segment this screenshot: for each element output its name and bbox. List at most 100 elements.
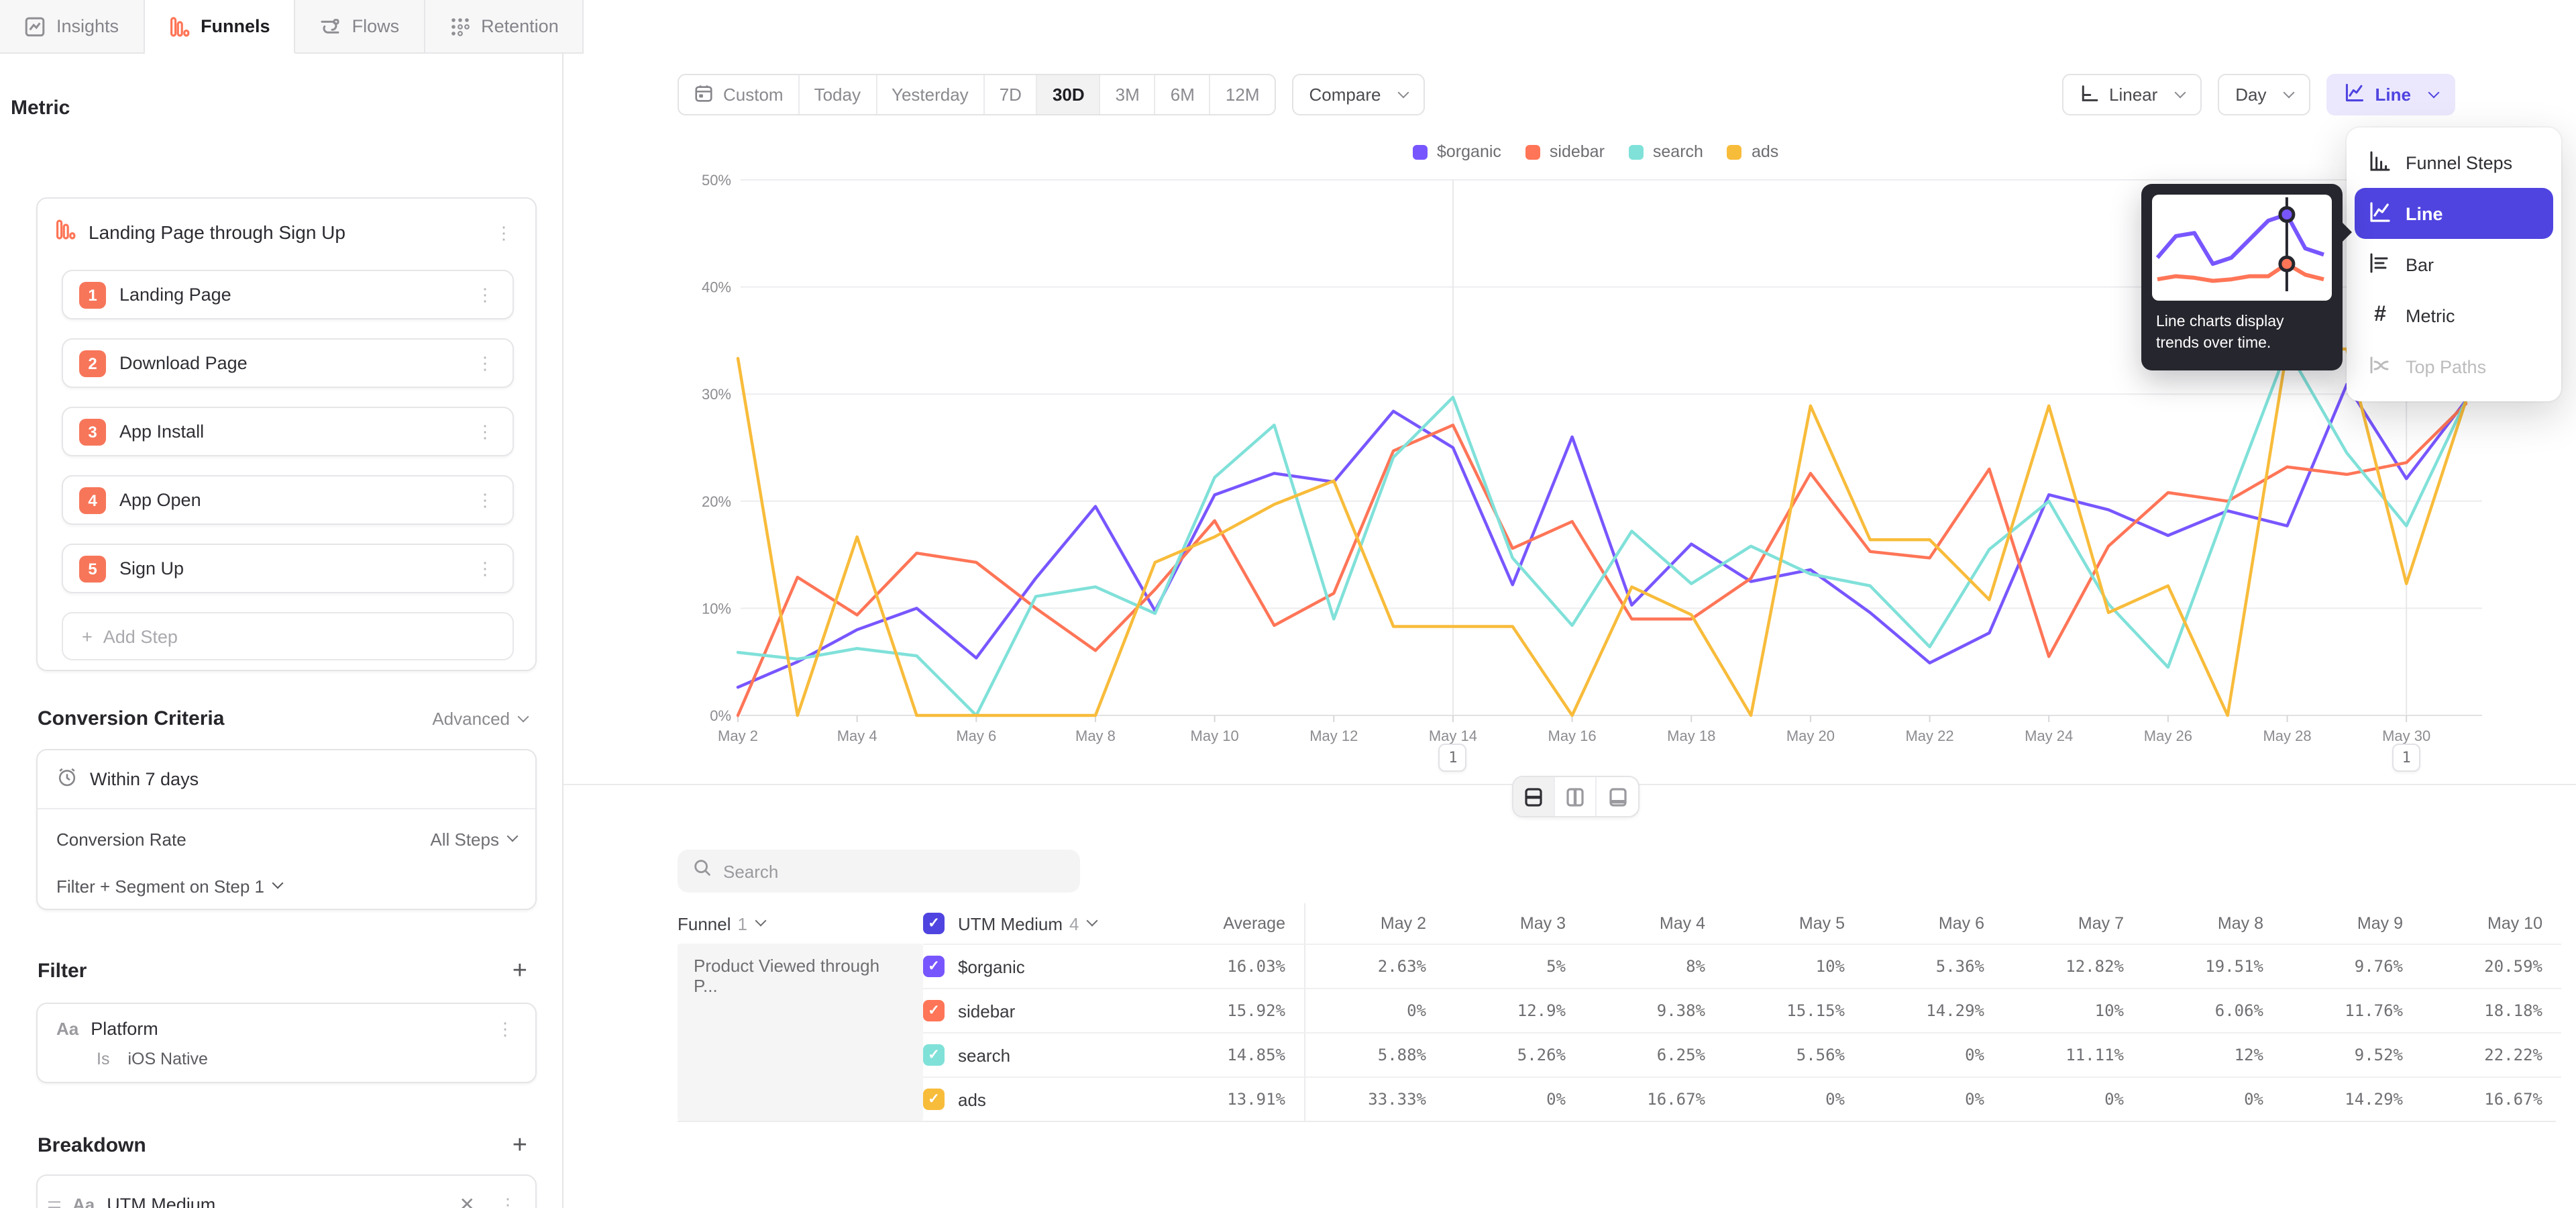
advanced-dropdown[interactable]: Advanced: [432, 709, 527, 729]
range-3m[interactable]: 3M: [1101, 75, 1156, 114]
conversion-criteria-heading: Conversion Criteria Advanced: [38, 707, 527, 730]
value-cell: 16.67%: [1585, 1076, 1724, 1121]
date-column-header[interactable]: May 10: [2422, 903, 2561, 944]
drag-handle-icon[interactable]: [48, 1201, 60, 1208]
filter-kebab-icon[interactable]: ⋮: [491, 1017, 519, 1040]
conversion-window-row[interactable]: Within 7 days: [38, 750, 535, 809]
funnel-metric-header[interactable]: Landing Page through Sign Up ⋮: [55, 212, 518, 252]
date-column-header[interactable]: May 9: [2282, 903, 2422, 944]
layout-toggle-chart-only[interactable]: [1597, 777, 1638, 816]
value-cell: 14.29%: [2282, 1076, 2422, 1121]
search-input[interactable]: [723, 861, 1065, 881]
funnel-column-header[interactable]: Funnel 1: [678, 903, 923, 944]
breakdown-card[interactable]: Aa UTM Medium ✕ ⋮: [36, 1174, 537, 1208]
date-column-header[interactable]: May 2: [1305, 903, 1445, 944]
chevron-down-icon: [272, 878, 284, 889]
date-column-header[interactable]: May 3: [1445, 903, 1585, 944]
filter-condition[interactable]: Is iOS Native: [97, 1050, 519, 1068]
funnel-name-cell[interactable]: Product Viewed through P...: [678, 944, 923, 1121]
calendar-icon: [694, 83, 714, 107]
add-breakdown-button[interactable]: +: [513, 1133, 527, 1158]
legend-item[interactable]: ads: [1727, 142, 1778, 161]
layout-toggle-split-horizontal[interactable]: [1513, 777, 1555, 816]
add-step-button[interactable]: +Add Step: [62, 612, 514, 660]
table-header-row: Funnel 1 ✓ UTM Medium 4 Average May 2May…: [678, 903, 2556, 944]
series-checkbox[interactable]: ✓: [923, 956, 945, 977]
range-30d[interactable]: 30D: [1038, 75, 1101, 114]
value-cell: 9.38%: [1585, 988, 1724, 1032]
compare-button[interactable]: Compare: [1292, 74, 1426, 115]
menu-item-bar[interactable]: Bar: [2355, 239, 2553, 290]
value-cell: 5.56%: [1724, 1032, 1864, 1076]
average-column-header[interactable]: Average: [1158, 903, 1305, 944]
legend-item[interactable]: search: [1629, 142, 1703, 161]
step-kebab-icon[interactable]: ⋮: [471, 557, 499, 580]
step-kebab-icon[interactable]: ⋮: [471, 283, 499, 306]
step-kebab-icon[interactable]: ⋮: [471, 489, 499, 511]
step-kebab-icon[interactable]: ⋮: [471, 420, 499, 443]
range-7d[interactable]: 7D: [985, 75, 1038, 114]
filter-value: iOS Native: [127, 1050, 208, 1068]
series-checkbox[interactable]: ✓: [923, 1000, 945, 1021]
filter-property-row[interactable]: Aa Platform ⋮: [56, 1017, 519, 1040]
value-cell: 9.52%: [2282, 1032, 2422, 1076]
layout-toggle-split-vertical[interactable]: [1555, 777, 1597, 816]
funnel-step-row[interactable]: 1Landing Page⋮: [62, 270, 514, 319]
tooltip-text: Line charts display trends over time.: [2152, 301, 2332, 360]
filter-section-heading: Filter +: [38, 958, 527, 984]
step-kebab-icon[interactable]: ⋮: [471, 352, 499, 374]
funnel-step-row[interactable]: 4App Open⋮: [62, 475, 514, 525]
chart-type-dropdown[interactable]: Line: [2327, 74, 2455, 115]
annotation-badge[interactable]: 1: [2392, 744, 2420, 772]
scale-dropdown[interactable]: Linear: [2062, 74, 2202, 115]
funnel-step-row[interactable]: 3App Install⋮: [62, 407, 514, 456]
conversion-rate-steps-dropdown[interactable]: All Steps: [430, 829, 517, 849]
series-checkbox[interactable]: ✓: [923, 1044, 945, 1066]
date-column-header[interactable]: May 6: [1864, 903, 2003, 944]
legend-label: $organic: [1437, 142, 1501, 161]
date-column-header[interactable]: May 5: [1724, 903, 1864, 944]
tab-retention[interactable]: Retention: [425, 0, 584, 54]
filter-segment-dropdown[interactable]: Filter + Segment on Step 1: [38, 860, 535, 909]
date-column-header[interactable]: May 8: [2143, 903, 2282, 944]
breakdown-column-header[interactable]: ✓ UTM Medium 4: [923, 903, 1158, 944]
legend-item[interactable]: $organic: [1413, 142, 1501, 161]
svg-text:May 12: May 12: [1309, 727, 1358, 744]
series-checkbox[interactable]: ✓: [923, 1089, 945, 1110]
range-6m[interactable]: 6M: [1156, 75, 1211, 114]
tab-insights[interactable]: Insights: [0, 0, 144, 54]
tab-funnels[interactable]: Funnels: [144, 0, 296, 54]
range-yesterday[interactable]: Yesterday: [877, 75, 985, 114]
range-12m[interactable]: 12M: [1211, 75, 1275, 114]
conversion-criteria-label: Conversion Criteria: [38, 707, 224, 730]
metric-section-heading: Metric: [11, 97, 551, 119]
value-cell: 0%: [1724, 1076, 1864, 1121]
funnel-step-row[interactable]: 5Sign Up⋮: [62, 544, 514, 593]
tab-label: Insights: [56, 16, 119, 36]
annotation-badge[interactable]: 1: [1439, 744, 1467, 772]
step-label: Sign Up: [119, 558, 458, 578]
funnel-step-row[interactable]: 2Download Page⋮: [62, 338, 514, 388]
funnel-col-label: Funnel: [678, 913, 731, 934]
range-custom[interactable]: Custom: [679, 75, 800, 114]
menu-item-metric[interactable]: #Metric: [2355, 290, 2553, 341]
select-all-checkbox[interactable]: ✓: [923, 913, 945, 934]
interval-dropdown[interactable]: Day: [2218, 74, 2310, 115]
remove-breakdown-icon[interactable]: ✕: [453, 1191, 482, 1208]
legend-item[interactable]: sidebar: [1525, 142, 1605, 161]
add-filter-button[interactable]: +: [513, 958, 527, 984]
tab-flows[interactable]: Flows: [296, 0, 425, 54]
funnel-kebab-icon[interactable]: ⋮: [490, 221, 518, 244]
date-column-header[interactable]: May 7: [2003, 903, 2143, 944]
breakdown-kebab-icon[interactable]: ⋮: [494, 1193, 522, 1208]
value-cell: 5%: [1445, 944, 1585, 988]
series-row-label: ✓sidebar: [923, 988, 1158, 1032]
date-column-header[interactable]: May 4: [1585, 903, 1724, 944]
menu-item-funnel-steps[interactable]: Funnel Steps: [2355, 137, 2553, 188]
value-cell: 11.11%: [2003, 1032, 2143, 1076]
menu-item-line[interactable]: Line: [2355, 188, 2553, 239]
value-cell: 0%: [1445, 1076, 1585, 1121]
average-value-cell: 13.91%: [1158, 1076, 1305, 1121]
svg-text:40%: 40%: [702, 279, 731, 296]
range-today[interactable]: Today: [800, 75, 877, 114]
